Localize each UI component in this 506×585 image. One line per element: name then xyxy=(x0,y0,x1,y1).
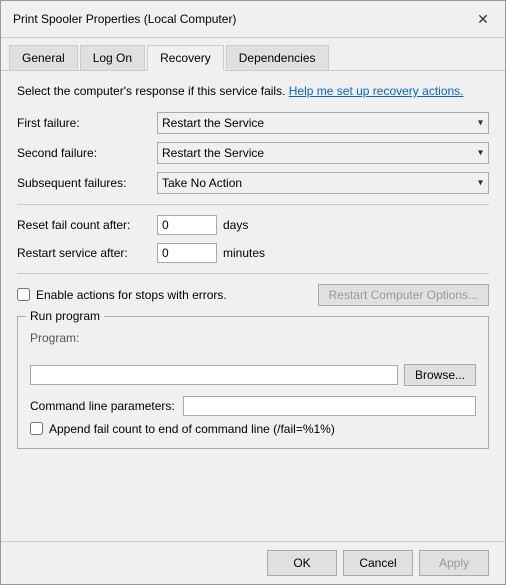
run-program-group: Run program Program: Browse... Command l… xyxy=(17,316,489,449)
program-label: Program: xyxy=(30,331,476,345)
help-link[interactable]: Help me set up recovery actions. xyxy=(289,84,464,98)
reset-fail-count-input[interactable] xyxy=(157,215,217,235)
cancel-button[interactable]: Cancel xyxy=(343,550,413,576)
enable-actions-label: Enable actions for stops with errors. xyxy=(36,288,318,302)
description-text: Select the computer's response if this s… xyxy=(17,83,489,100)
restart-service-after-label: Restart service after: xyxy=(17,246,157,260)
program-input[interactable] xyxy=(30,365,398,385)
close-button[interactable]: ✕ xyxy=(473,9,493,29)
second-failure-label: Second failure: xyxy=(17,146,157,160)
tab-dependencies[interactable]: Dependencies xyxy=(226,45,329,71)
cmd-section: Command line parameters: Append fail cou… xyxy=(30,396,476,436)
first-failure-select-wrapper[interactable]: Restart the Service Take No Action Run a… xyxy=(157,112,489,134)
cmd-params-label: Command line parameters: xyxy=(30,399,175,413)
second-failure-select[interactable]: Restart the Service Take No Action Run a… xyxy=(157,142,489,164)
reset-fail-count-label: Reset fail count after: xyxy=(17,218,157,232)
first-failure-label: First failure: xyxy=(17,116,157,130)
enable-actions-row: Enable actions for stops with errors. Re… xyxy=(17,284,489,306)
cmd-params-input[interactable] xyxy=(183,396,476,416)
ok-button[interactable]: OK xyxy=(267,550,337,576)
content-area: Select the computer's response if this s… xyxy=(1,71,505,541)
subsequent-failures-label: Subsequent failures: xyxy=(17,176,157,190)
apply-button[interactable]: Apply xyxy=(419,550,489,576)
tab-bar: General Log On Recovery Dependencies xyxy=(1,38,505,71)
first-failure-select[interactable]: Restart the Service Take No Action Run a… xyxy=(157,112,489,134)
footer: OK Cancel Apply xyxy=(1,541,505,584)
tab-logon[interactable]: Log On xyxy=(80,45,145,71)
run-program-title: Run program xyxy=(26,309,104,323)
browse-button[interactable]: Browse... xyxy=(404,364,476,386)
reset-fail-count-row: Reset fail count after: days xyxy=(17,215,489,235)
divider2 xyxy=(17,273,489,274)
restart-service-after-input[interactable] xyxy=(157,243,217,263)
second-failure-select-wrapper[interactable]: Restart the Service Take No Action Run a… xyxy=(157,142,489,164)
subsequent-failures-row: Subsequent failures: Take No Action Rest… xyxy=(17,172,489,194)
subsequent-failures-select-wrapper[interactable]: Take No Action Restart the Service Run a… xyxy=(157,172,489,194)
cmd-params-row: Command line parameters: xyxy=(30,396,476,416)
divider1 xyxy=(17,204,489,205)
second-failure-row: Second failure: Restart the Service Take… xyxy=(17,142,489,164)
append-fail-count-row: Append fail count to end of command line… xyxy=(30,422,476,436)
program-row: Browse... xyxy=(30,364,476,386)
reset-fail-count-unit: days xyxy=(223,218,248,232)
restart-service-after-row: Restart service after: minutes xyxy=(17,243,489,263)
window: Print Spooler Properties (Local Computer… xyxy=(0,0,506,585)
first-failure-row: First failure: Restart the Service Take … xyxy=(17,112,489,134)
append-fail-count-checkbox[interactable] xyxy=(30,422,43,435)
append-fail-count-label: Append fail count to end of command line… xyxy=(49,422,335,436)
enable-actions-checkbox[interactable] xyxy=(17,288,30,301)
tab-general[interactable]: General xyxy=(9,45,78,71)
restart-service-after-unit: minutes xyxy=(223,246,265,260)
title-bar: Print Spooler Properties (Local Computer… xyxy=(1,1,505,38)
program-field-group: Program: Browse... xyxy=(30,331,476,396)
subsequent-failures-select[interactable]: Take No Action Restart the Service Run a… xyxy=(157,172,489,194)
tab-recovery[interactable]: Recovery xyxy=(147,45,224,71)
window-title: Print Spooler Properties (Local Computer… xyxy=(13,12,236,26)
restart-computer-options-button[interactable]: Restart Computer Options... xyxy=(318,284,489,306)
